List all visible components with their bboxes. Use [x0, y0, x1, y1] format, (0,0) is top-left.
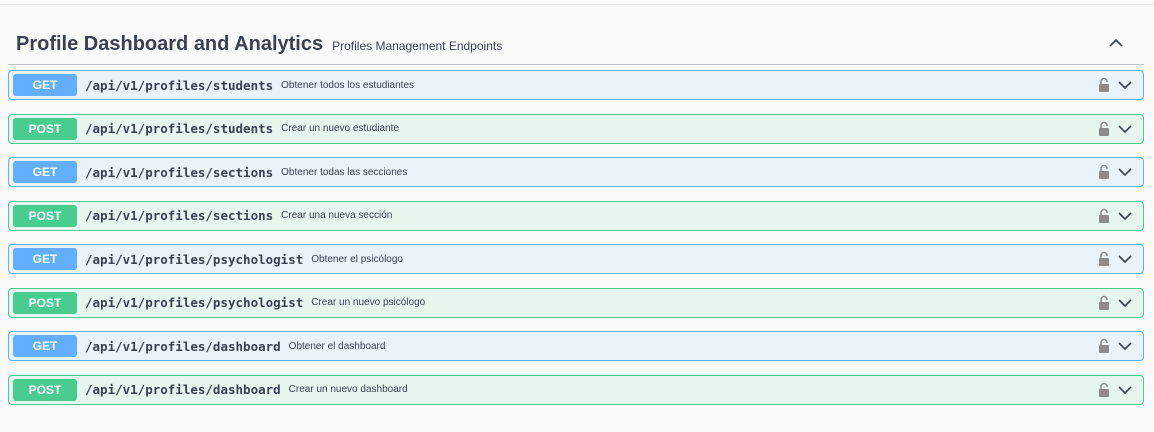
endpoint-path: /api/v1/profiles/sections: [85, 164, 274, 180]
endpoint-summary: Obtener el dashboard: [288, 340, 386, 352]
endpoint-path: /api/v1/profiles/students: [85, 121, 274, 136]
operation-row[interactable]: POST /api/v1/profiles/sections Crear una…: [8, 200, 1144, 231]
endpoint-summary: Obtener todos los estudiantes: [281, 79, 415, 91]
lock-icon[interactable]: [1097, 77, 1111, 93]
method-badge: POST: [13, 204, 77, 227]
chevron-down-icon[interactable]: [1117, 339, 1133, 353]
endpoint-path: /api/v1/profiles/dashboard: [85, 382, 281, 397]
chevron-down-icon[interactable]: [1117, 252, 1133, 266]
lock-icon[interactable]: [1097, 251, 1111, 267]
top-divider: [0, 4, 1154, 5]
endpoint-path: /api/v1/profiles/students: [85, 77, 274, 93]
chevron-up-icon[interactable]: [1108, 35, 1124, 51]
operation-row[interactable]: GET /api/v1/profiles/psychologist Obtene…: [8, 244, 1144, 274]
chevron-down-icon[interactable]: [1117, 296, 1133, 310]
operation-row[interactable]: POST /api/v1/profiles/dashboard Crear un…: [8, 374, 1144, 405]
endpoint-path: /api/v1/profiles/sections: [85, 208, 274, 223]
api-tag-section: Profile Dashboard and Analytics Profiles…: [8, 24, 1144, 418]
method-badge: GET: [13, 161, 77, 183]
endpoint-path: /api/v1/profiles/psychologist: [85, 295, 304, 310]
endpoint-path: /api/v1/profiles/dashboard: [85, 338, 281, 354]
method-badge: GET: [13, 74, 77, 96]
operation-row[interactable]: GET /api/v1/profiles/students Obtener to…: [8, 70, 1144, 100]
chevron-down-icon[interactable]: [1117, 78, 1133, 92]
section-description: Profiles Management Endpoints: [332, 38, 503, 53]
section-header[interactable]: Profile Dashboard and Analytics Profiles…: [8, 24, 1144, 65]
operation-row[interactable]: GET /api/v1/profiles/sections Obtener to…: [8, 157, 1144, 187]
endpoint-path: /api/v1/profiles/psychologist: [85, 251, 304, 267]
chevron-down-icon[interactable]: [1117, 383, 1133, 397]
endpoint-summary: Crear un nuevo estudiante: [281, 123, 400, 134]
method-badge: POST: [13, 378, 77, 401]
method-badge: POST: [13, 291, 77, 314]
operation-row[interactable]: POST /api/v1/profiles/students Crear un …: [8, 113, 1144, 144]
section-title: Profile Dashboard and Analytics: [16, 32, 324, 55]
endpoint-summary: Obtener el psicólogo: [311, 253, 403, 265]
chevron-down-icon[interactable]: [1117, 122, 1133, 136]
method-badge: POST: [13, 117, 77, 140]
endpoint-summary: Crear un nuevo dashboard: [288, 384, 408, 395]
endpoint-summary: Crear una nueva sección: [281, 210, 393, 221]
lock-icon[interactable]: [1097, 382, 1111, 398]
lock-icon[interactable]: [1097, 295, 1111, 311]
endpoint-summary: Obtener todas las secciones: [281, 166, 408, 178]
operations-list: GET /api/v1/profiles/students Obtener to…: [8, 70, 1144, 405]
endpoint-summary: Crear un nuevo psicólogo: [311, 297, 426, 308]
method-badge: GET: [13, 335, 77, 357]
lock-icon[interactable]: [1097, 164, 1111, 180]
lock-icon[interactable]: [1097, 208, 1111, 224]
lock-icon[interactable]: [1097, 338, 1111, 354]
chevron-down-icon[interactable]: [1117, 209, 1133, 223]
operation-row[interactable]: GET /api/v1/profiles/dashboard Obtener e…: [8, 331, 1144, 361]
lock-icon[interactable]: [1097, 121, 1111, 137]
operation-row[interactable]: POST /api/v1/profiles/psychologist Crear…: [8, 287, 1144, 318]
chevron-down-icon[interactable]: [1117, 165, 1133, 179]
method-badge: GET: [13, 248, 77, 270]
